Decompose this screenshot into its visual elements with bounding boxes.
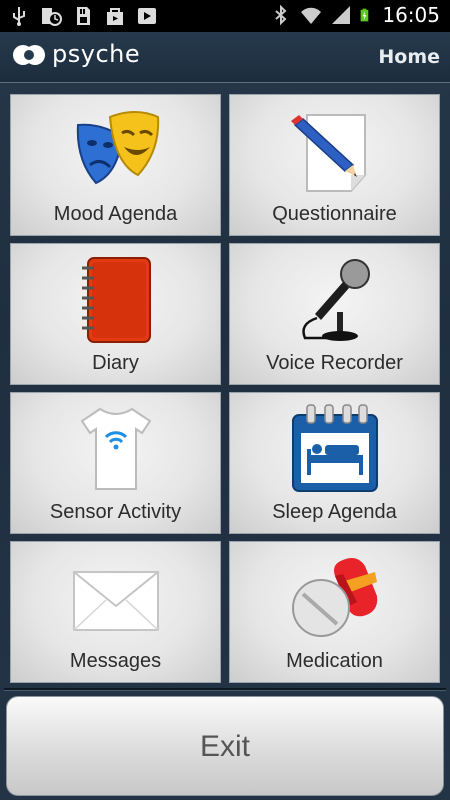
tile-voice-recorder[interactable]: Voice Recorder [229, 243, 440, 385]
envelope-icon [72, 571, 159, 631]
tile-diary[interactable]: Diary [10, 243, 221, 385]
tile-label: Sensor Activity [49, 501, 182, 523]
play-icon [138, 8, 156, 24]
shop-icon [107, 8, 123, 25]
pills-icon [291, 558, 377, 637]
tile-label: Diary [92, 352, 139, 374]
theater-masks-icon [76, 111, 159, 185]
bluetooth-icon [275, 4, 287, 26]
tile-label: Medication [286, 650, 383, 672]
clock-time: 16:05 [382, 3, 440, 27]
tile-sensor-activity[interactable]: Sensor Activity [10, 392, 221, 534]
sd-card-icon [77, 7, 90, 25]
tile-label: Voice Recorder [266, 352, 403, 374]
battery-charging-icon [360, 8, 369, 22]
brand-name: psyche [52, 40, 141, 68]
page-title: Home [378, 46, 440, 68]
tile-label: Mood Agenda [53, 203, 178, 225]
clock-icon [42, 8, 62, 26]
psyche-logo-icon [13, 45, 45, 65]
notebook-icon [81, 257, 151, 343]
tile-sleep-agenda[interactable]: Sleep Agenda [229, 392, 440, 534]
usb-icon [13, 7, 25, 26]
tile-questionnaire[interactable]: Questionnaire [229, 94, 440, 236]
bed-calendar-icon [291, 404, 378, 492]
wifi-icon [301, 7, 322, 24]
menu-grid: Mood Agenda Questionnaire Diary Voice Re… [10, 94, 440, 684]
divider [4, 688, 446, 691]
sensor-shirt-icon [80, 407, 151, 490]
status-bar: 16:05 [0, 0, 450, 32]
tile-label: Questionnaire [272, 203, 397, 225]
signal-icon [332, 6, 351, 24]
tile-label: Messages [69, 650, 162, 672]
tile-label: Sleep Agenda [272, 501, 397, 523]
microphone-icon [301, 259, 370, 341]
tile-medication[interactable]: Medication [229, 541, 440, 683]
tile-mood-agenda[interactable]: Mood Agenda [10, 94, 221, 236]
app-bar: psyche Home [0, 32, 450, 83]
pencil-note-icon [290, 114, 366, 192]
exit-button[interactable]: Exit [6, 696, 444, 796]
tile-messages[interactable]: Messages [10, 541, 221, 683]
